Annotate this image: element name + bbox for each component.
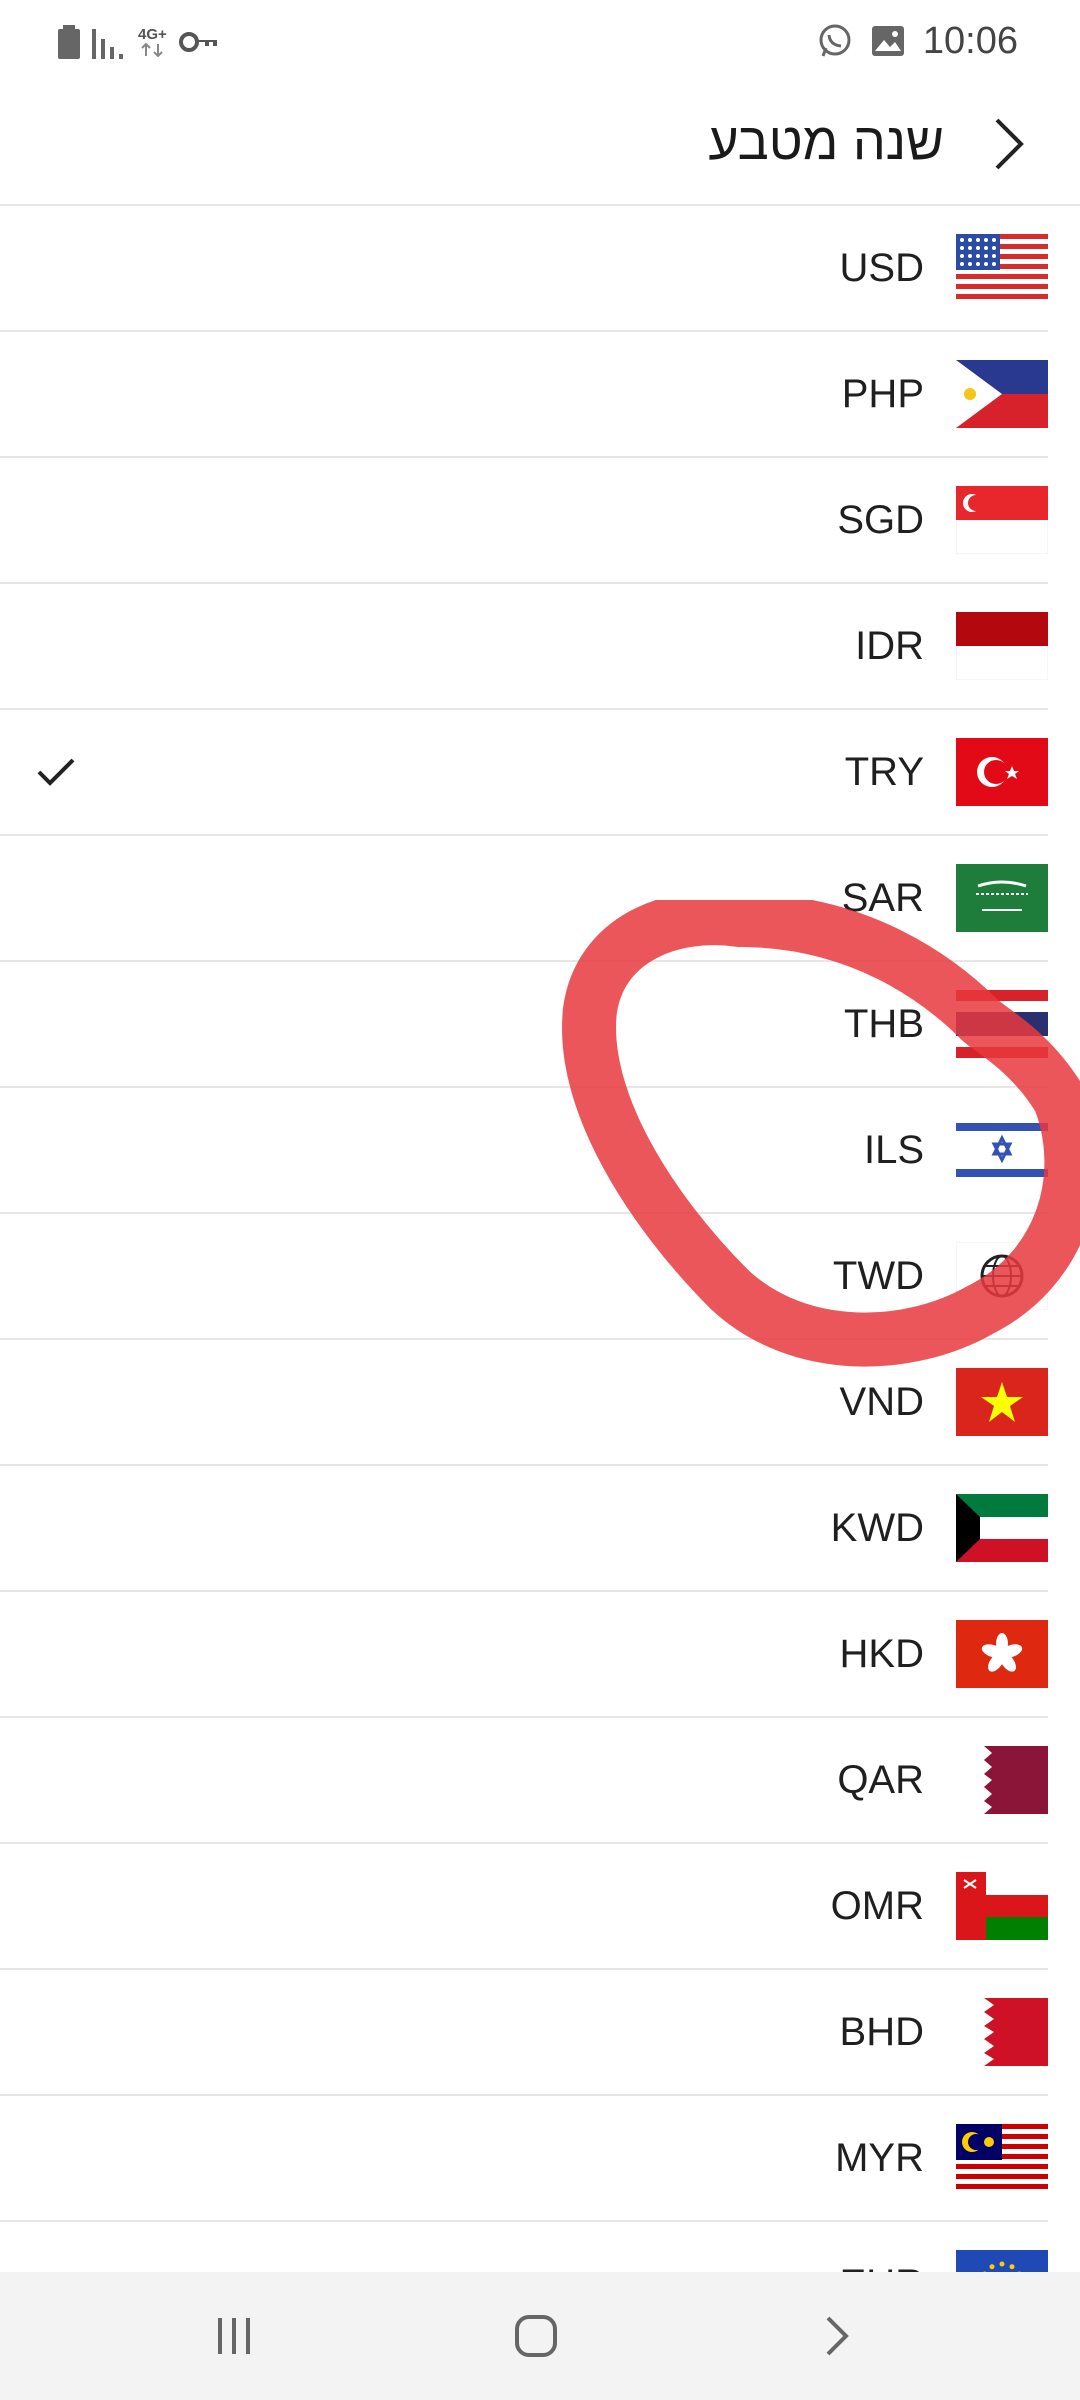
currency-code: SAR (841, 876, 924, 920)
currency-row-twd[interactable]: TWD (0, 1214, 1048, 1340)
currency-row-vnd[interactable]: VND (0, 1340, 1048, 1466)
currency-row-sar[interactable]: SAR (0, 836, 1048, 962)
status-icons-left: 4G+ (58, 22, 219, 62)
kw-flag-icon (956, 1494, 1048, 1562)
us-flag-icon (956, 234, 1048, 302)
currency-code: BHD (839, 2010, 924, 2054)
currency-code: USD (839, 246, 924, 290)
recent-apps-button[interactable] (194, 2300, 274, 2372)
currency-row-hkd[interactable]: HKD (0, 1592, 1048, 1718)
currency-code: MYR (835, 2136, 924, 2180)
currency-row-php[interactable]: PHP (0, 332, 1048, 458)
currency-code: TWD (832, 1254, 924, 1298)
page-title: שנה מטבע (708, 113, 944, 171)
currency-row-myr[interactable]: MYR (0, 2096, 1048, 2222)
currency-code: SGD (837, 498, 924, 542)
currency-row-ils[interactable]: ILS (0, 1088, 1048, 1214)
chevron-right-icon (995, 118, 1024, 170)
gallery-icon (871, 26, 904, 56)
qa-flag-icon (956, 1746, 1048, 1814)
currency-code: TRY (844, 750, 924, 794)
hk-flag-icon (956, 1620, 1048, 1688)
currency-row-usd[interactable]: USD (0, 206, 1048, 332)
clock: 10:06 (922, 19, 1018, 62)
currency-code: HKD (839, 1632, 924, 1676)
currency-code: THB (844, 1002, 924, 1046)
status-bar: 4G+ 10:06 (0, 0, 1080, 82)
il-flag-icon (956, 1116, 1048, 1184)
currency-row-bhd[interactable]: BHD (0, 1970, 1048, 2096)
ph-flag-icon (956, 360, 1048, 428)
currency-code: OMR (830, 1884, 924, 1928)
back-nav-button[interactable] (798, 2300, 878, 2372)
signal-icon (92, 29, 123, 59)
currency-row-qar[interactable]: QAR (0, 1718, 1048, 1844)
whatsapp-icon (819, 24, 851, 57)
system-nav-bar (0, 2272, 1080, 2400)
currency-code: IDR (855, 624, 924, 668)
chevron-right-nav-icon (826, 2316, 849, 2356)
home-icon (515, 2315, 557, 2357)
currency-code: ILS (863, 1128, 924, 1172)
currency-code: VND (839, 1380, 924, 1424)
currency-code: KWD (830, 1506, 924, 1550)
currency-code: PHP (841, 372, 924, 416)
currency-row-try[interactable]: TRY (0, 710, 1048, 836)
currency-list: USD PHP SGD IDR TRY SAR THB ILS TWD VND KWD HKD QAR O… (0, 206, 1048, 2348)
sg-flag-icon (956, 486, 1048, 554)
currency-row-thb[interactable]: THB (0, 962, 1048, 1088)
currency-row-kwd[interactable]: KWD (0, 1466, 1048, 1592)
app-header: שנה מטבע (0, 82, 1080, 206)
vn-flag-icon (956, 1368, 1048, 1436)
bh-flag-icon (956, 1998, 1048, 2066)
tr-flag-icon (956, 738, 1048, 806)
th-flag-icon (956, 990, 1048, 1058)
id-flag-icon (956, 612, 1048, 680)
status-icons-right: 10:06 (817, 18, 1018, 64)
checkmark-icon (36, 754, 76, 790)
currency-code: QAR (837, 1758, 924, 1802)
network-type-label: 4G+ (138, 25, 167, 43)
home-button[interactable] (496, 2300, 576, 2372)
battery-saver-icon (58, 25, 80, 59)
my-flag-icon (956, 2124, 1048, 2192)
om-flag-icon (956, 1872, 1048, 1940)
recent-apps-icon (218, 2318, 250, 2354)
currency-row-idr[interactable]: IDR (0, 584, 1048, 710)
currency-row-sgd[interactable]: SGD (0, 458, 1048, 584)
vpn-key-icon (178, 32, 217, 52)
globe-flag-icon (956, 1242, 1048, 1310)
currency-row-omr[interactable]: OMR (0, 1844, 1048, 1970)
sa-flag-icon (956, 864, 1048, 932)
network-type-icon: 4G+ (138, 27, 167, 58)
back-button[interactable] (980, 112, 1040, 176)
